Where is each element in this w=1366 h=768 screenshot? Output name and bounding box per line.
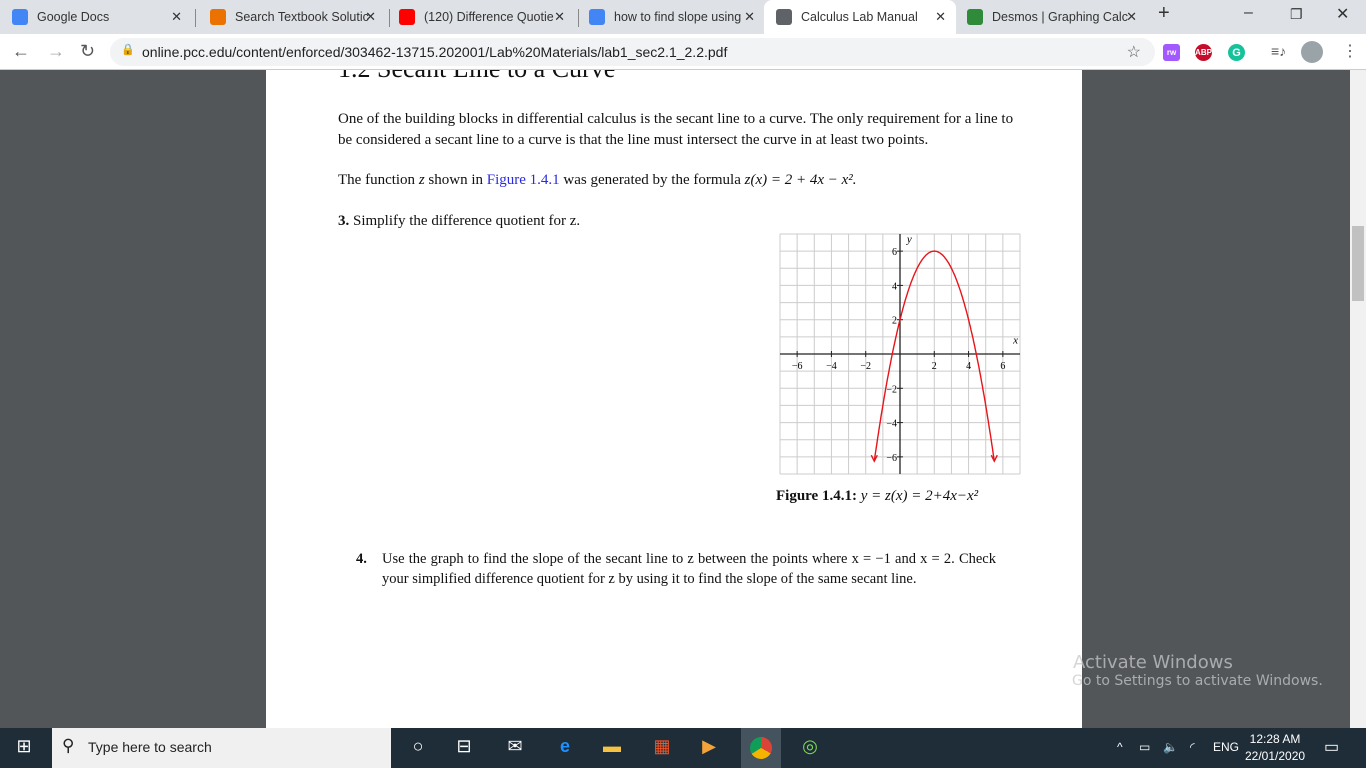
x-tick-label: 6 [1000, 361, 1005, 372]
youtube-icon [399, 9, 415, 25]
section-heading: 1.2 Secant Line to a Curve [338, 70, 615, 84]
back-button[interactable]: ← [12, 41, 30, 62]
address-bar: ← → ↻ 🔒 online.pcc.edu/content/enforced/… [0, 34, 1366, 70]
tab[interactable]: Calculus Lab Manual ✕ [764, 0, 956, 34]
notifications-icon[interactable]: ▭ [1324, 737, 1339, 757]
y-tick-label: −6 [886, 453, 897, 464]
mail-icon[interactable]: ✉ [503, 736, 527, 760]
figure-link[interactable]: Figure 1.4.1 [487, 172, 560, 188]
chrome-icon[interactable] [741, 728, 781, 768]
x-tick-label: 2 [932, 361, 937, 372]
url-input[interactable]: 🔒 online.pcc.edu/content/enforced/303462… [110, 38, 1155, 66]
tab[interactable]: (120) Difference Quotie ✕ [387, 0, 575, 34]
y-axis-label: y [906, 234, 912, 246]
desmos-icon [967, 9, 983, 25]
restore-button[interactable]: ❐ [1290, 6, 1303, 23]
forward-button[interactable]: → [47, 41, 65, 62]
volume-icon[interactable]: 🔈 [1163, 740, 1178, 754]
globe-icon [776, 9, 792, 25]
pdf-page: 1.2 Secant Line to a Curve One of the bu… [266, 70, 1082, 728]
media-control-icon[interactable]: ≡♪ [1271, 43, 1286, 59]
x-tick-label: −6 [792, 361, 803, 372]
avatar[interactable] [1301, 41, 1323, 63]
windows-start-icon[interactable]: ⊞ [12, 736, 36, 760]
y-tick-label: 4 [892, 281, 897, 292]
close-tab-icon[interactable]: ✕ [171, 9, 182, 25]
store-icon[interactable]: ▦ [650, 736, 674, 760]
x-tick-label: −4 [826, 361, 837, 372]
bookmark-star-icon[interactable]: ☆ [1127, 42, 1141, 62]
wifi-icon[interactable]: ◜ [1190, 740, 1195, 754]
language-indicator[interactable]: ENG [1213, 740, 1239, 754]
show-hidden-icons[interactable]: ^ [1117, 740, 1123, 754]
lock-icon: 🔒 [121, 44, 135, 56]
close-tab-icon[interactable]: ✕ [365, 9, 376, 25]
x-tick-label: 4 [966, 361, 971, 372]
tab[interactable]: Google Docs ✕ [0, 0, 192, 34]
tab[interactable]: Search Textbook Solutic ✕ [198, 0, 386, 34]
figure-caption: Figure 1.4.1: y = z(x) = 2+4x−x² [776, 488, 979, 504]
tab-label: Search Textbook Solutic [235, 10, 369, 24]
close-tab-icon[interactable]: ✕ [1126, 9, 1137, 25]
clock[interactable]: 12:28 AM 22/01/2020 [1245, 731, 1305, 765]
tab-label: Google Docs [37, 10, 110, 24]
cortana-icon[interactable]: ○ [406, 736, 430, 760]
question-4: 4. Use the graph to find the slope of the… [356, 551, 996, 587]
close-tab-icon[interactable]: ✕ [554, 9, 565, 25]
reload-button[interactable]: ↻ [80, 41, 95, 62]
task-view-icon[interactable]: ⊟ [452, 736, 476, 760]
tab-bar: Google Docs ✕ Search Textbook Solutic ✕ (120… [0, 0, 1366, 34]
close-window-button[interactable]: ✕ [1336, 4, 1349, 24]
activate-windows-watermark: Activate Windows Go to Settings to activ… [1072, 652, 1323, 689]
x-tick-label: −2 [860, 361, 871, 372]
tab-separator [195, 9, 196, 27]
geogebra-icon[interactable]: ◎ [798, 736, 822, 760]
tab-label: Calculus Lab Manual [801, 10, 918, 24]
tab-label: how to find slope using [614, 10, 742, 24]
google-docs-icon [12, 9, 28, 25]
extension-rw-icon[interactable]: rw [1163, 44, 1180, 61]
close-tab-icon[interactable]: ✕ [935, 9, 946, 25]
minimize-button[interactable]: – [1244, 4, 1253, 22]
tab[interactable]: Desmos | Graphing Calc ✕ [955, 0, 1147, 34]
x-axis-label: x [1012, 335, 1018, 347]
y-tick-label: −4 [886, 419, 897, 430]
new-tab-button[interactable]: + [1158, 2, 1170, 25]
parabola-graph: −6 −4 −2 2 4 6 −6 −4 −2 2 4 6 x y [779, 233, 1021, 475]
y-tick-label: −2 [886, 384, 897, 395]
scrollbar[interactable] [1350, 70, 1366, 728]
tab-label: (120) Difference Quotie [424, 10, 554, 24]
taskbar-search-input[interactable]: ⚲ Type here to search [52, 728, 391, 768]
intro-paragraph: One of the building blocks in differenti… [338, 111, 1014, 148]
search-icon: ⚲ [62, 736, 75, 755]
google-icon [589, 9, 605, 25]
grammarly-icon[interactable]: G [1228, 44, 1245, 61]
close-tab-icon[interactable]: ✕ [744, 9, 755, 25]
tab-label: Desmos | Graphing Calc [992, 10, 1128, 24]
y-tick-label: 6 [892, 247, 897, 258]
y-tick-label: 2 [892, 316, 897, 327]
file-explorer-icon[interactable]: ▬ [600, 736, 624, 760]
tab[interactable]: how to find slope using ✕ [577, 0, 765, 34]
adblock-plus-icon[interactable]: ABP [1195, 44, 1212, 61]
media-player-icon[interactable]: ▶ [697, 736, 721, 760]
question-3: 3. Simplify the difference quotient for … [338, 213, 581, 229]
function-paragraph: The function z shown in Figure 1.4.1 was… [338, 172, 857, 188]
battery-icon[interactable]: ▭ [1139, 740, 1150, 754]
scrollbar-thumb[interactable] [1352, 226, 1364, 301]
taskbar: ⊞ ⚲ Type here to search ○ ⊟ ✉ e ▬ ▦ ▶ ◎ … [0, 728, 1366, 768]
edge-icon[interactable]: e [553, 736, 577, 760]
chegg-icon [210, 9, 226, 25]
url-text: online.pcc.edu/content/enforced/303462-1… [142, 44, 728, 60]
menu-icon[interactable]: ⋮ [1342, 41, 1358, 61]
